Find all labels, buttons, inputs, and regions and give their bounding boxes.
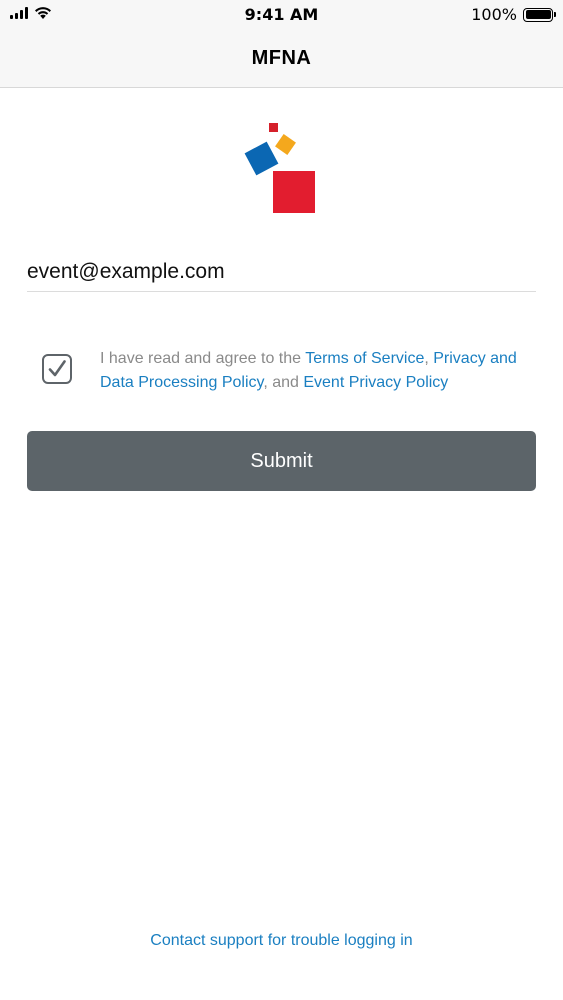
- consent-prefix: I have read and agree to the: [100, 350, 306, 367]
- nav-bar: MFNA: [0, 30, 563, 88]
- submit-button[interactable]: Submit: [27, 431, 536, 491]
- contact-support-link[interactable]: Contact support for trouble logging in: [0, 932, 563, 950]
- squares-logo-icon: [244, 123, 315, 213]
- consent-separator: ,: [424, 350, 434, 367]
- battery-percent: 100%: [471, 5, 517, 24]
- email-field[interactable]: [27, 252, 536, 292]
- battery-icon: [523, 7, 556, 22]
- event-privacy-policy-link[interactable]: Event Privacy Policy: [303, 374, 448, 391]
- status-right: 100%: [471, 5, 556, 24]
- consent-separator: , and: [263, 374, 304, 391]
- consent-checkbox[interactable]: [42, 354, 72, 384]
- consent-text: I have read and agree to the Terms of Se…: [100, 347, 530, 395]
- status-bar: 9:41 AM 100%: [0, 0, 563, 30]
- page-title: MFNA: [251, 47, 312, 69]
- terms-of-service-link[interactable]: Terms of Service: [305, 350, 424, 367]
- checkmark-icon: [48, 360, 66, 377]
- login-screen: 9:41 AM 100% MFNA I have read and agree …: [0, 0, 563, 1000]
